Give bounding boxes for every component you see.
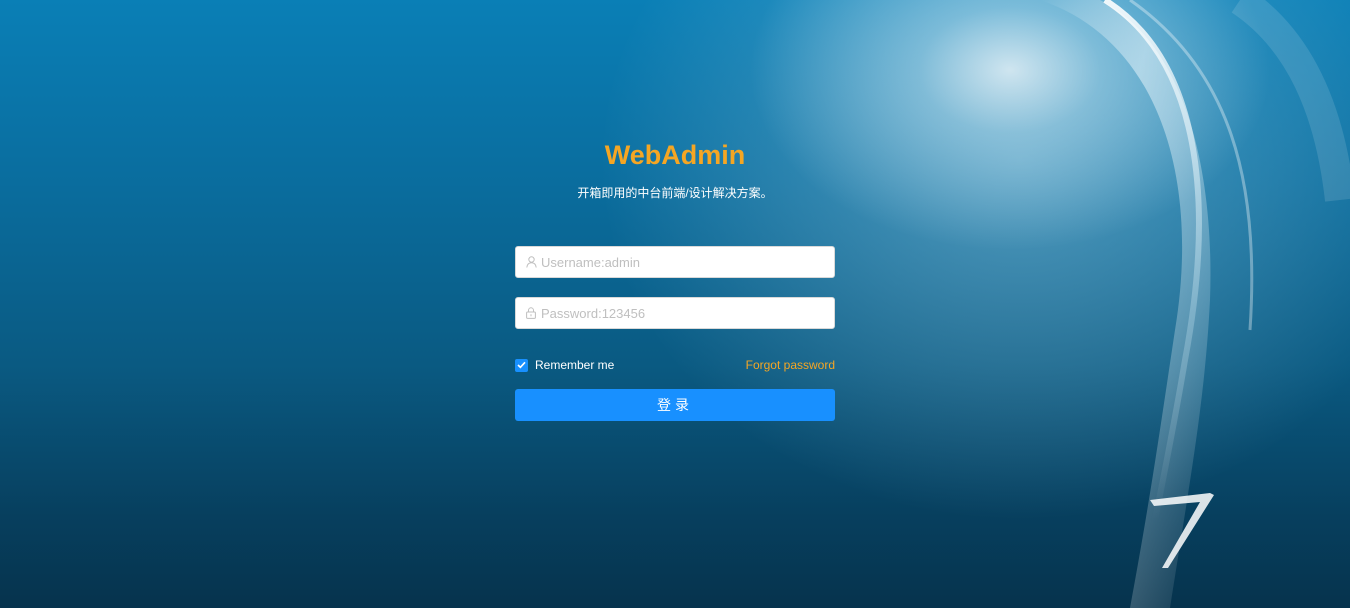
login-panel: WebAdmin 开箱即用的中台前端/设计解决方案。 Username:admi… — [515, 130, 835, 421]
username-field[interactable] — [515, 246, 835, 278]
password-field[interactable] — [515, 297, 835, 329]
password-input[interactable] — [541, 305, 821, 321]
username-input[interactable] — [541, 254, 821, 270]
login-button[interactable]: 登录 — [515, 389, 835, 421]
windows-7-logo — [1150, 493, 1214, 568]
login-options: Remember me Forgot password — [515, 357, 835, 375]
check-icon[interactable] — [515, 358, 528, 372]
user-icon — [525, 256, 537, 268]
app-title: WebAdmin — [604, 140, 746, 170]
lock-icon — [525, 307, 537, 319]
forgot-password-link[interactable]: Forgot password — [746, 358, 835, 372]
remember-me-label: Remember me — [535, 358, 615, 372]
remember-me-checkbox[interactable]: Remember me — [515, 358, 614, 372]
app-subtitle: 开箱即用的中台前端/设计解决方案。 — [577, 186, 773, 200]
